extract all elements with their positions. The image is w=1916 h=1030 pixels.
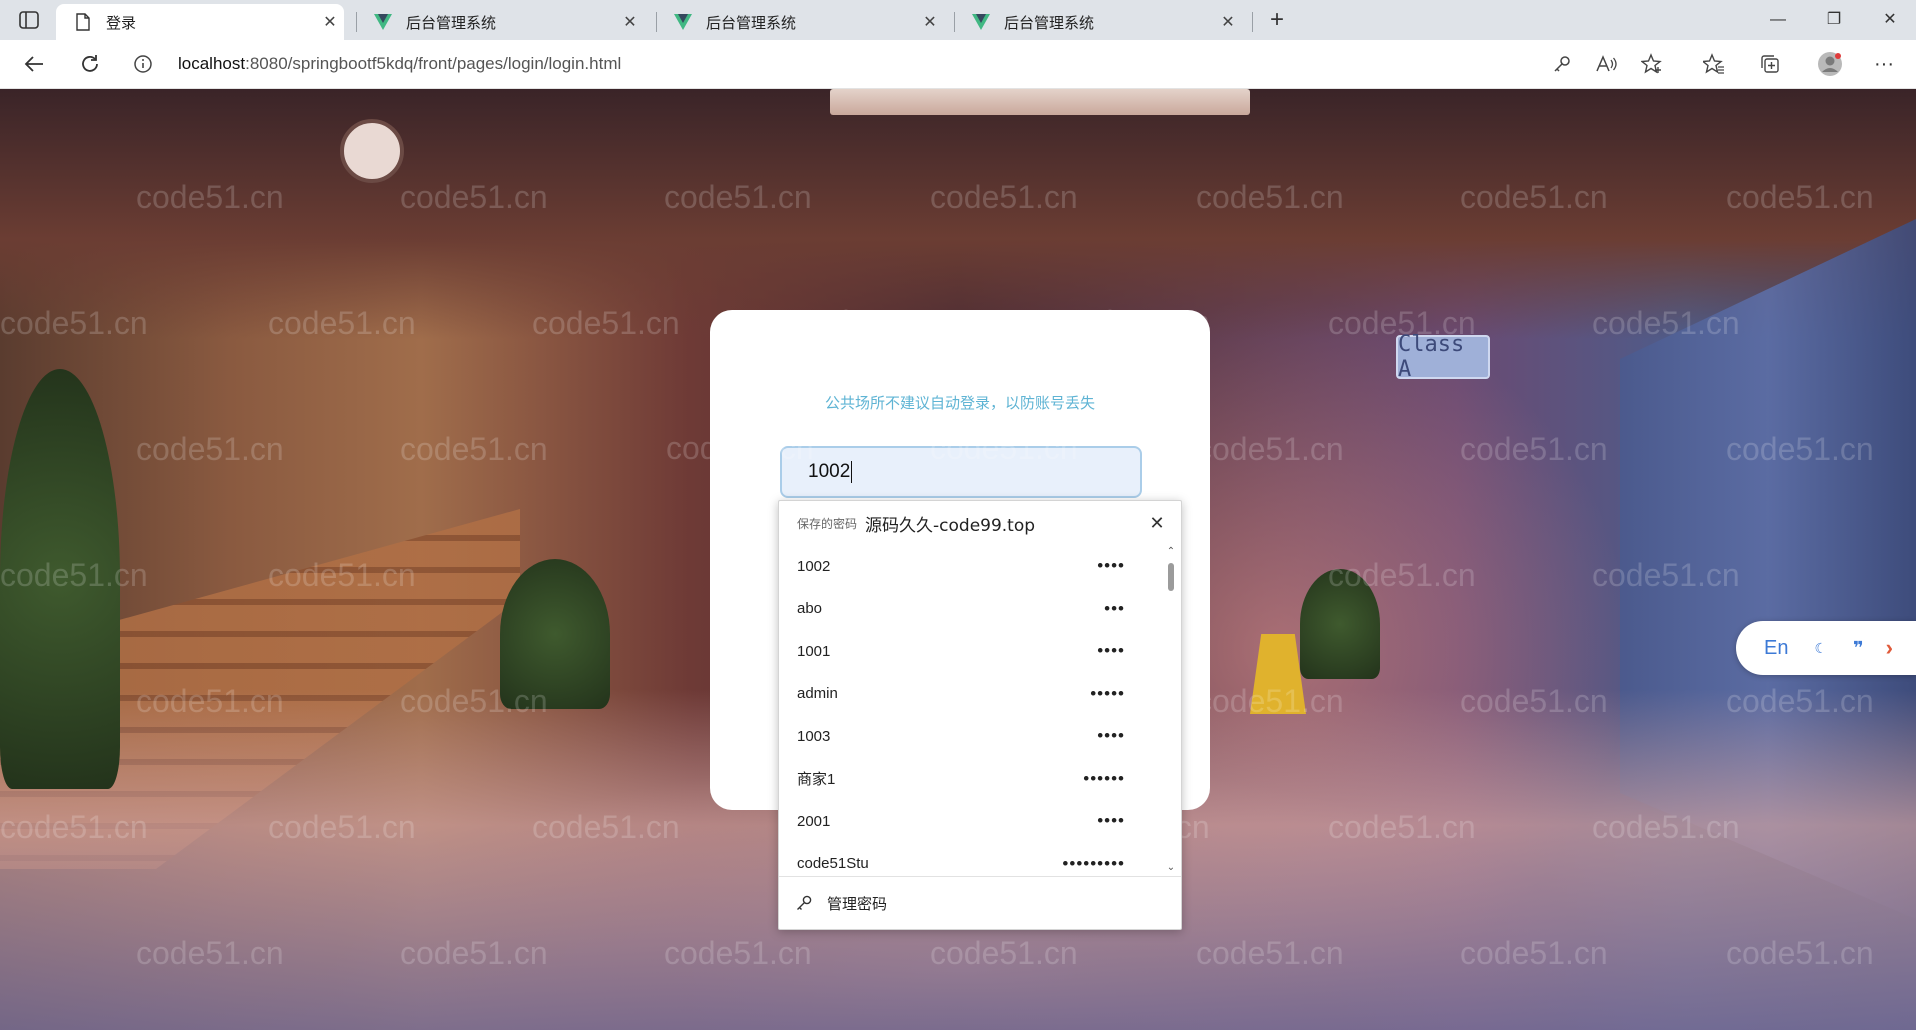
credential-username: 2001 [797, 812, 831, 830]
credential-password-mask: •••• [1097, 641, 1125, 661]
credential-username: code51Stu [797, 855, 869, 873]
close-icon[interactable]: ✕ [1143, 509, 1171, 537]
new-tab-button[interactable]: + [1262, 6, 1292, 36]
background-ceiling [0, 89, 1916, 339]
tab-title: 后台管理系统 [1004, 14, 1095, 32]
class-sign: Class A [1396, 332, 1490, 382]
vue-logo-icon [972, 13, 990, 31]
username-value: 1002 [808, 461, 851, 482]
chevron-right-icon[interactable]: › [1886, 635, 1893, 661]
close-tab-icon[interactable]: ✕ [316, 12, 344, 32]
credential-password-mask: ••••• [1090, 683, 1125, 703]
page-icon [74, 13, 92, 31]
add-favorite-icon[interactable] [1638, 50, 1666, 78]
watermark: code51.cn [798, 304, 946, 340]
browser-toolbar: localhost:8080/springbootf5kdq/front/pag… [0, 40, 1916, 89]
saved-passwords-popup: 保存的密码 源码久久-code99.top ✕ 1002 •••• abo ••… [778, 500, 1182, 930]
scroll-up-icon[interactable]: ⌃ [1165, 545, 1177, 559]
credential-username: 1003 [797, 727, 831, 745]
watermark: code51.cn [1460, 431, 1608, 467]
manage-passwords-label: 管理密码 [827, 895, 888, 913]
manage-passwords-button[interactable]: 管理密码 [779, 876, 1181, 929]
plant-illustration [500, 559, 610, 709]
tab-title: 后台管理系统 [706, 14, 797, 32]
tab-admin-2[interactable]: 后台管理系统 ✕ [656, 4, 944, 40]
login-tip: 公共场所不建议自动登录，以防账号丢失 [824, 395, 1095, 412]
popup-scrollbar[interactable]: ⌃ ⌄ [1165, 545, 1177, 875]
credential-password-mask: ••• [1104, 598, 1125, 618]
watermark: code51.cn [136, 431, 284, 467]
tab-title: 后台管理系统 [406, 14, 497, 32]
username-input[interactable]: 1002 [780, 446, 1142, 498]
credential-password-mask: ••••••••• [1062, 853, 1125, 873]
minimize-button[interactable]: — [1750, 0, 1806, 40]
profile-avatar-icon[interactable] [1816, 50, 1844, 78]
favorites-icon[interactable] [1700, 50, 1728, 78]
credential-item[interactable]: 1003 •••• [779, 715, 1163, 758]
tab-actions-icon[interactable] [18, 9, 40, 31]
close-window-button[interactable]: ✕ [1862, 0, 1916, 40]
key-icon[interactable] [1548, 50, 1576, 78]
credential-password-mask: •••• [1097, 726, 1125, 746]
watermark: code51.cn [1196, 431, 1344, 467]
credential-item[interactable]: 商家1 •••••• [779, 758, 1163, 801]
saved-credentials-list: 1002 •••• abo ••• 1001 •••• admin ••••• … [779, 545, 1163, 875]
tab-admin-1[interactable]: 后台管理系统 ✕ [356, 4, 644, 40]
refresh-icon[interactable] [76, 50, 104, 78]
back-icon[interactable] [20, 50, 48, 78]
background-light [830, 89, 1250, 115]
scroll-down-icon[interactable]: ⌄ [1165, 861, 1177, 875]
watermark: code51.cn [400, 431, 548, 467]
credential-item[interactable]: 1001 •••• [779, 630, 1163, 673]
url-path: :8080/springbootf5kdq/front/pages/login/… [245, 54, 622, 73]
credential-item[interactable]: 1002 •••• [779, 545, 1163, 588]
vue-logo-icon [674, 13, 692, 31]
close-tab-icon[interactable]: ✕ [616, 12, 644, 32]
scrollbar-thumb[interactable] [1168, 563, 1174, 591]
tab-bar: 登录 ✕ 后台管理系统 ✕ 后台管理系统 ✕ 后台管理系统 ✕ + — ❐ ✕ [0, 0, 1916, 40]
wall-clock-illustration [340, 119, 404, 183]
plant-illustration [0, 369, 120, 789]
credential-username: admin [797, 685, 838, 703]
saved-passwords-label: 保存的密码 [797, 516, 858, 531]
close-tab-icon[interactable]: ✕ [1214, 12, 1242, 32]
tab-login[interactable]: 登录 ✕ [56, 4, 344, 40]
watermark: code51.cn [1062, 304, 1210, 340]
translate-widget[interactable]: En ☾ ❞ › [1736, 621, 1916, 675]
quote-icon[interactable]: ❞ [1853, 638, 1864, 659]
key-icon [795, 894, 813, 912]
close-tab-icon[interactable]: ✕ [916, 12, 944, 32]
tab-admin-3[interactable]: 后台管理系统 ✕ [954, 4, 1242, 40]
plant-illustration [1300, 569, 1380, 679]
read-aloud-icon[interactable] [1592, 50, 1620, 78]
credential-username: 1002 [797, 557, 831, 575]
tab-divider [1252, 12, 1253, 32]
text-caret [851, 461, 853, 483]
site-name: 源码久久-code99.top [865, 515, 1036, 536]
wet-floor-sign-illustration [1250, 634, 1306, 714]
collections-icon[interactable] [1756, 50, 1784, 78]
info-icon[interactable] [128, 49, 158, 79]
credential-item[interactable]: admin ••••• [779, 673, 1163, 716]
more-icon[interactable]: ··· [1870, 50, 1898, 78]
credential-username: 1001 [797, 642, 831, 660]
credential-password-mask: •••• [1097, 556, 1125, 576]
credential-password-mask: •••••• [1083, 768, 1125, 788]
credential-item[interactable]: abo ••• [779, 588, 1163, 631]
translate-language-label: En [1764, 636, 1789, 659]
credential-password-mask: •••• [1097, 811, 1125, 831]
restore-button[interactable]: ❐ [1806, 0, 1862, 40]
popup-header: 保存的密码 源码久久-code99.top ✕ [779, 501, 1181, 545]
address-bar[interactable]: localhost:8080/springbootf5kdq/front/pag… [128, 44, 1708, 84]
credential-username: 商家1 [797, 771, 836, 789]
credential-item[interactable]: code51Stu ••••••••• [779, 843, 1163, 876]
moon-icon[interactable]: ☾ [1814, 640, 1827, 657]
credential-username: abo [797, 600, 823, 618]
url-host: localhost [178, 54, 246, 73]
credential-item[interactable]: 2001 •••• [779, 800, 1163, 843]
tab-title: 登录 [106, 14, 137, 32]
vue-logo-icon [374, 13, 392, 31]
